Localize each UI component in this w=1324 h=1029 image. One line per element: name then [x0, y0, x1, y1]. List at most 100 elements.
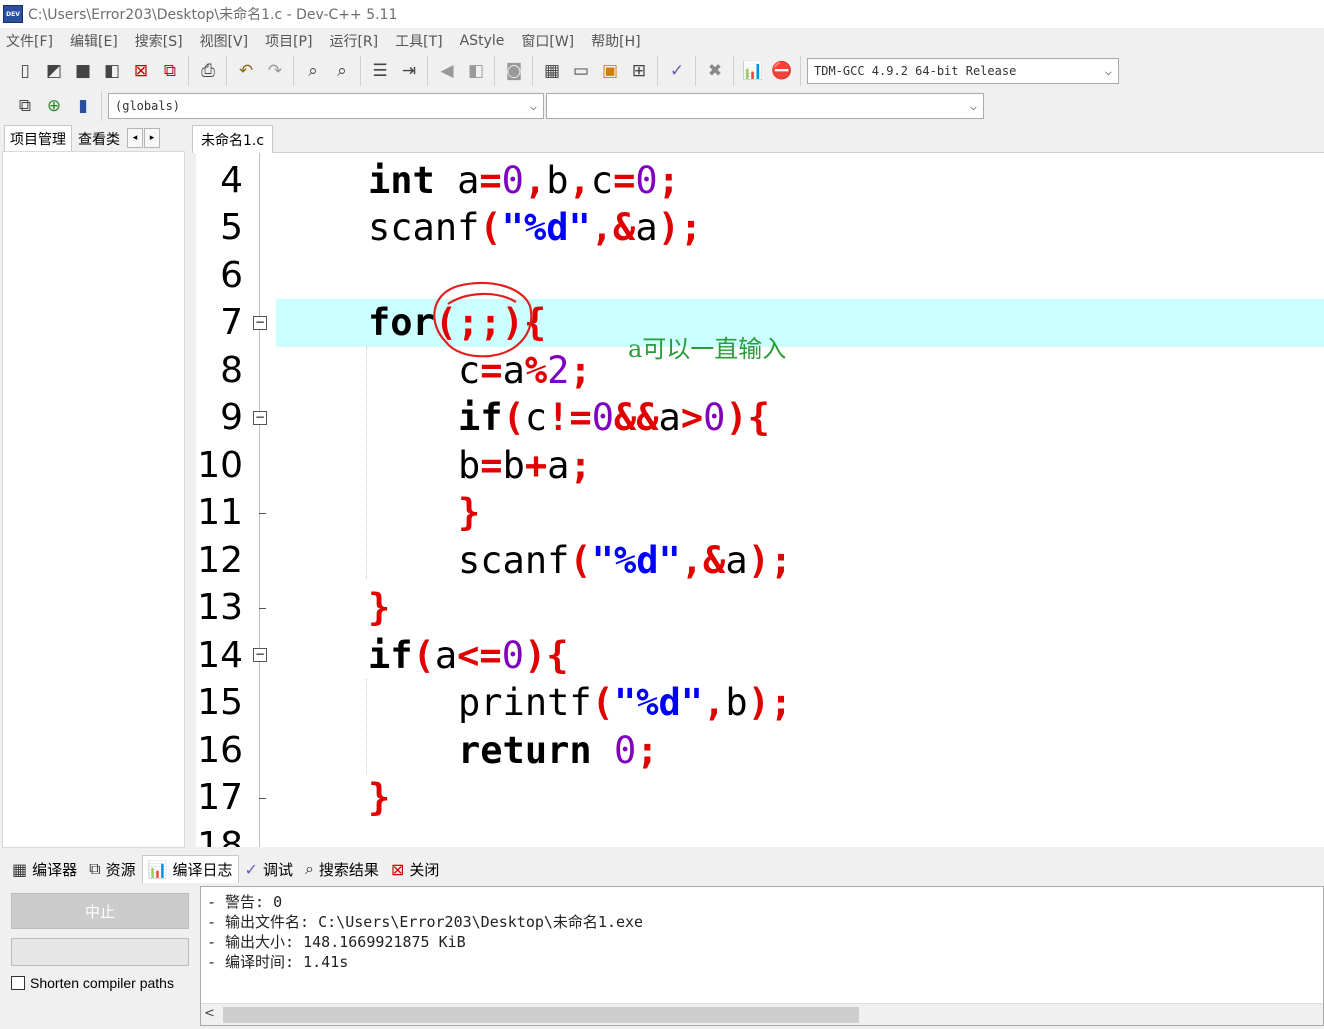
prev-bookmark-icon[interactable]: ◀ — [434, 58, 460, 84]
project-tree[interactable] — [2, 151, 185, 848]
close-all-icon[interactable]: ⧉ — [157, 58, 183, 84]
compiler-select[interactable]: TDM-GCC 4.9.2 64-bit Release ⌵ — [807, 58, 1119, 84]
devcpp-app-icon: DEV — [3, 5, 23, 23]
redo-icon[interactable]: ↷ — [262, 58, 288, 84]
fold-collapse-icon[interactable]: − — [253, 411, 267, 425]
shorten-paths-option[interactable]: Shorten compiler paths — [11, 975, 174, 991]
line-number: 11 — [197, 492, 243, 533]
code-line-10: b=b+a; — [458, 444, 592, 487]
scroll-left-icon[interactable]: ◂ — [127, 128, 143, 148]
bookmark-toolbar-group: ◀ ◧ — [427, 56, 492, 86]
compile-progress-bar — [11, 938, 189, 966]
delete-profile-icon[interactable]: ⛔ — [769, 58, 795, 84]
members-select[interactable]: ⌵ — [546, 93, 984, 119]
print-icon[interactable]: ⎙ — [195, 58, 221, 84]
new-file-icon[interactable]: ▯ — [12, 58, 38, 84]
tab-search-results[interactable]: ⌕ 搜索结果 — [299, 855, 385, 883]
code-line-11: } — [458, 491, 481, 534]
code-line-15: printf("%d",b); — [458, 681, 793, 724]
stop-execution-icon[interactable]: ✖ — [702, 58, 728, 84]
indent-guide — [366, 347, 367, 579]
tab-search-results-label: 搜索结果 — [318, 860, 379, 879]
abort-button[interactable]: 中止 — [11, 893, 189, 929]
indent-icon[interactable]: ☰ — [367, 58, 393, 84]
fold-collapse-icon[interactable]: − — [253, 316, 267, 330]
resources-icon: ⧉ — [89, 859, 101, 878]
syntax-check-icon[interactable]: ✓ — [664, 58, 690, 84]
scroll-right-icon[interactable]: ▸ — [144, 128, 160, 148]
add-to-project-icon[interactable]: ⊕ — [41, 93, 67, 119]
tab-compile-log-label: 编译日志 — [172, 861, 233, 879]
tab-project-manager[interactable]: 项目管理 — [4, 124, 72, 152]
code-line-9: if(c!=0&&a>0){ — [458, 396, 770, 439]
menu-window[interactable]: 窗口[W] — [521, 31, 574, 51]
chevron-down-icon: ⌵ — [1104, 64, 1112, 78]
tab-debug[interactable]: ✓ 调试 — [239, 855, 299, 883]
tab-file-untitled1[interactable]: 未命名1.c — [192, 125, 274, 153]
tab-class-browser[interactable]: 查看类 — [72, 124, 126, 152]
next-bookmark-icon[interactable]: ◧ — [463, 58, 489, 84]
find-icon[interactable]: ⌕ — [300, 58, 326, 84]
fold-end-tick — [259, 798, 266, 799]
rebuild-icon[interactable]: ⊞ — [626, 58, 652, 84]
indent-guide — [366, 679, 367, 774]
menu-project[interactable]: 项目[P] — [265, 31, 312, 51]
shorten-paths-label: Shorten compiler paths — [30, 975, 174, 991]
scope-select[interactable]: (globals) ⌵ — [108, 93, 544, 119]
save-all-icon[interactable]: ◧ — [99, 58, 125, 84]
shorten-paths-checkbox[interactable] — [11, 976, 25, 990]
indent-toolbar-group: ☰ ⇥ — [360, 56, 425, 86]
menu-astyle[interactable]: AStyle — [460, 33, 505, 49]
profile-chart-icon[interactable]: 📊 — [740, 58, 766, 84]
project-options-icon[interactable]: ▮ — [70, 93, 96, 119]
close-file-icon[interactable]: ⊠ — [128, 58, 154, 84]
check-icon: ✓ — [244, 859, 258, 879]
line-number: 17 — [197, 777, 243, 818]
goto-line-icon[interactable]: ◙ — [501, 58, 527, 84]
menu-edit[interactable]: 编辑[E] — [70, 31, 118, 51]
project-toolbar-group: ⧉ ⊕ ▮ — [6, 91, 99, 121]
undo-icon[interactable]: ↶ — [233, 58, 259, 84]
line-number: 4 — [220, 160, 243, 201]
menu-run[interactable]: 运行[R] — [329, 31, 378, 51]
new-project-icon[interactable]: ⧉ — [12, 93, 38, 119]
fold-collapse-icon[interactable]: − — [253, 648, 267, 662]
log-line: - 输出文件名: C:\Users\Error203\Desktop\未命名1.… — [207, 913, 644, 931]
unindent-icon[interactable]: ⇥ — [396, 58, 422, 84]
menu-view[interactable]: 视图[V] — [200, 31, 249, 51]
goto-toolbar-group: ◙ — [494, 56, 530, 86]
run-icon[interactable]: ▭ — [568, 58, 594, 84]
compile-icon[interactable]: ▦ — [539, 58, 565, 84]
save-icon[interactable]: ■ — [70, 58, 96, 84]
menu-tools[interactable]: 工具[T] — [395, 31, 442, 51]
fold-end-tick — [259, 608, 266, 609]
scrollbar-thumb[interactable] — [223, 1007, 859, 1023]
line-number: 10 — [197, 445, 243, 486]
find-toolbar-group: ⌕ ⌕ — [293, 56, 358, 86]
line-number: 18 — [197, 825, 243, 847]
tab-close[interactable]: ⊠ 关闭 — [385, 855, 445, 883]
code-line-12: scanf("%d",&a); — [458, 539, 793, 582]
window-title: C:\Users\Error203\Desktop\未命名1.c - Dev-C… — [28, 7, 398, 23]
open-file-icon[interactable]: ◩ — [41, 58, 67, 84]
fold-end-tick — [259, 513, 266, 514]
tab-compiler[interactable]: ▦ 编译器 — [6, 855, 83, 883]
horizontal-scrollbar[interactable]: < — [201, 1003, 1323, 1025]
menu-search[interactable]: 搜索[S] — [135, 31, 183, 51]
tab-resources[interactable]: ⧉ 资源 — [83, 855, 141, 883]
scope-toolbar-group: (globals) ⌵ ⌵ — [101, 91, 984, 121]
search-icon: ⌕ — [304, 859, 314, 878]
scope-select-value: (globals) — [115, 99, 181, 113]
replace-icon[interactable]: ⌕ — [329, 58, 355, 84]
log-line: - 警告: 0 — [207, 893, 283, 911]
code-editor[interactable]: 4 5 6 7 8 9 10 11 12 13 14 15 16 17 18 −… — [196, 153, 1324, 847]
compile-run-icon[interactable]: ▣ — [597, 58, 623, 84]
compile-log[interactable]: - 警告: 0 - 输出文件名: C:\Users\Error203\Deskt… — [200, 886, 1324, 1026]
project-panel-tabs: 项目管理 查看类 ◂ ▸ — [0, 124, 190, 152]
scroll-left-arrow-icon[interactable]: < — [204, 1006, 215, 1021]
menu-help[interactable]: 帮助[H] — [591, 31, 640, 51]
tab-compile-log[interactable]: 📊 编译日志 — [141, 855, 239, 883]
menu-file[interactable]: 文件[F] — [6, 31, 53, 51]
close-icon: ⊠ — [390, 859, 405, 879]
file-toolbar-group: ▯ ◩ ■ ◧ ⊠ ⧉ — [6, 56, 186, 86]
